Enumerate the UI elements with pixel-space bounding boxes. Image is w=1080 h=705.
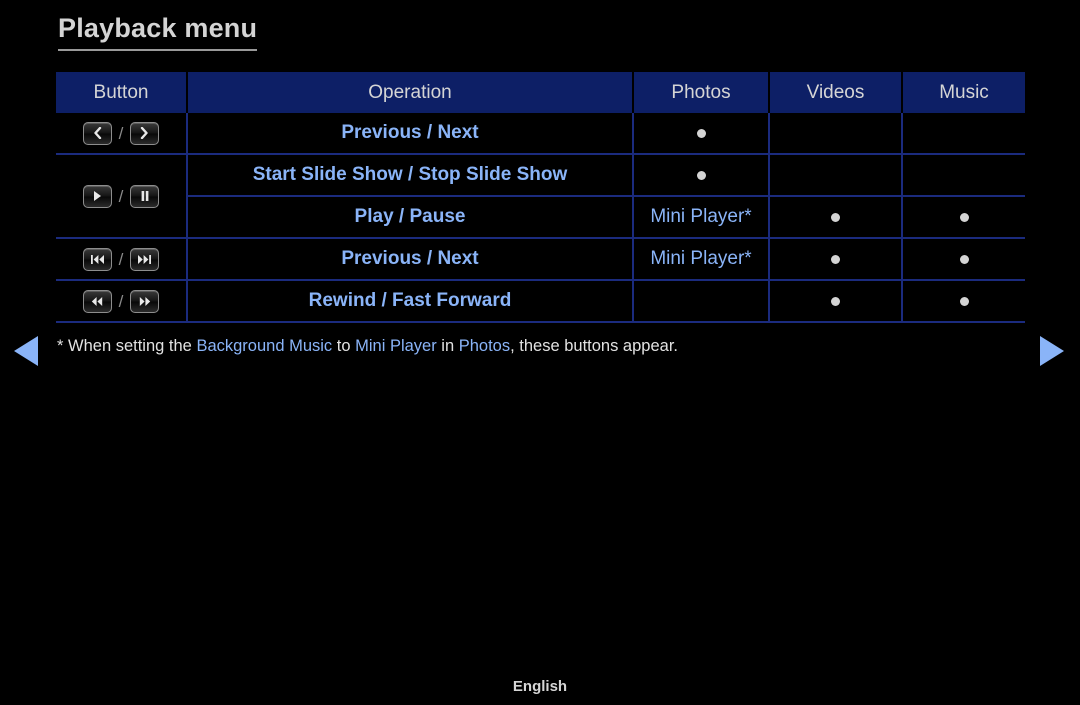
support-dot — [831, 213, 840, 222]
music-cell — [902, 238, 1025, 281]
footnote-text-3: in — [436, 337, 459, 355]
videos-cell — [769, 196, 903, 239]
videos-cell — [769, 113, 903, 155]
previous-page-arrow-icon[interactable] — [14, 336, 38, 366]
button-cell: / — [56, 238, 188, 281]
footnote-text-1: When setting the — [68, 337, 197, 355]
operation-cell: Rewind / Fast Forward — [187, 280, 634, 323]
button-separator: / — [118, 123, 124, 143]
footnote-text-4: , these buttons appear. — [510, 337, 678, 355]
table-row: / Start Slide Show / Stop Slide Show — [56, 154, 1025, 239]
support-dot — [696, 171, 706, 180]
button-pair: / — [56, 121, 186, 145]
support-dot — [959, 255, 969, 264]
music-cell — [902, 154, 1025, 197]
next-chevron-icon[interactable] — [130, 121, 160, 145]
photos-cell — [633, 154, 770, 197]
table-row: / Previous / Next Mini Player* — [56, 238, 1025, 281]
playback-table: Button Operation Photos Videos Music / P… — [56, 72, 1025, 323]
button-pair: / — [56, 247, 186, 271]
table-header-row: Button Operation Photos Videos Music — [56, 72, 1025, 113]
videos-cell — [769, 154, 903, 197]
playback-table-container: Button Operation Photos Videos Music / P… — [56, 72, 1025, 323]
language-label: English — [512, 678, 568, 695]
column-header-music: Music — [902, 72, 1025, 113]
button-pair: / — [56, 184, 186, 208]
button-separator: / — [118, 291, 124, 311]
button-cell: / — [56, 280, 188, 323]
play-icon[interactable] — [82, 184, 112, 208]
footnote-term-mini-player: Mini Player — [355, 337, 437, 355]
button-separator: / — [118, 186, 124, 206]
button-separator: / — [118, 249, 124, 269]
table-row: / Previous / Next — [56, 113, 1025, 155]
photos-cell — [633, 280, 770, 323]
skip-previous-icon[interactable] — [82, 247, 112, 271]
column-header-photos: Photos — [633, 72, 770, 113]
footnote-text-2: to — [332, 337, 356, 355]
fast-forward-icon[interactable] — [130, 289, 160, 313]
operation-cell: Start Slide Show / Stop Slide Show — [187, 154, 634, 197]
column-header-button: Button — [56, 72, 188, 113]
photos-cell — [633, 113, 770, 155]
next-page-arrow-icon[interactable] — [1040, 336, 1064, 366]
page-title: Playback menu — [58, 13, 258, 51]
photos-cell: Mini Player* — [633, 196, 770, 239]
footnote-term-background-music: Background Music — [196, 337, 333, 355]
videos-cell — [769, 238, 903, 281]
table-row: / Rewind / Fast Forward — [56, 280, 1025, 323]
support-dot — [696, 129, 706, 138]
support-dot — [831, 255, 840, 264]
support-dot — [831, 297, 840, 306]
column-header-videos: Videos — [769, 72, 903, 113]
button-pair: / — [56, 289, 186, 313]
operation-cell: Previous / Next — [187, 238, 634, 281]
support-dot — [959, 213, 969, 222]
button-cell: / — [56, 113, 188, 155]
skip-next-icon[interactable] — [130, 247, 160, 271]
music-cell — [902, 113, 1025, 155]
footnote-marker: * — [57, 337, 69, 355]
prev-chevron-icon[interactable] — [82, 121, 112, 145]
videos-cell — [769, 280, 903, 323]
support-dot — [959, 297, 969, 306]
button-cell: / — [56, 154, 188, 239]
column-header-operation: Operation — [187, 72, 634, 113]
operation-cell: Play / Pause — [187, 196, 634, 239]
table-row: Play / Pause Mini Player* — [56, 196, 1025, 239]
music-cell — [902, 196, 1025, 239]
rewind-icon[interactable] — [82, 289, 112, 313]
music-cell — [902, 280, 1025, 323]
footnote: * When setting the Background Music to M… — [57, 337, 678, 356]
operation-cell: Previous / Next — [187, 113, 634, 155]
photos-cell: Mini Player* — [633, 238, 770, 281]
footnote-term-photos: Photos — [458, 337, 511, 355]
pause-icon[interactable] — [130, 184, 160, 208]
